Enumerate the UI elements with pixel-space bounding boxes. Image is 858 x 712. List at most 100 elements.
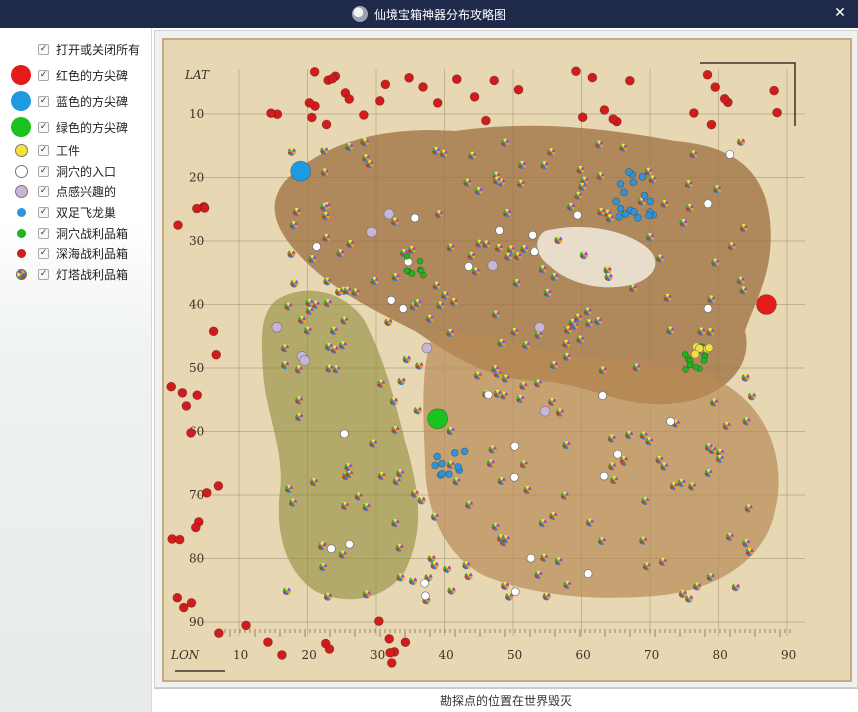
beacon-crate-marker[interactable] bbox=[493, 389, 502, 398]
beacon-crate-marker[interactable] bbox=[736, 137, 745, 146]
deep-sea-crate-marker[interactable] bbox=[481, 115, 491, 126]
beacon-crate-marker[interactable] bbox=[335, 287, 344, 296]
beacon-crate-marker[interactable] bbox=[281, 344, 290, 353]
beacon-crate-marker[interactable] bbox=[413, 406, 422, 415]
beacon-crate-marker[interactable] bbox=[463, 178, 472, 187]
deep-sea-crate-marker[interactable] bbox=[173, 220, 183, 230]
legend-item-artifact[interactable]: ✓ 工件 bbox=[0, 140, 151, 161]
legend-item-point-of-interest[interactable]: ✓ 点感兴趣的 bbox=[0, 181, 151, 202]
beacon-crate-marker[interactable] bbox=[320, 203, 329, 212]
beacon-crate-marker[interactable] bbox=[583, 307, 592, 316]
beacon-crate-marker[interactable] bbox=[745, 547, 754, 556]
legend-checkbox-wyvern-nest[interactable]: ✓ bbox=[38, 206, 49, 218]
deep-sea-crate-marker[interactable] bbox=[359, 110, 369, 120]
beacon-crate-marker[interactable] bbox=[465, 500, 474, 509]
beacon-crate-marker[interactable] bbox=[555, 408, 564, 417]
wyvern-nest-marker[interactable] bbox=[625, 168, 633, 176]
beacon-crate-marker[interactable] bbox=[285, 484, 294, 493]
beacon-crate-marker[interactable] bbox=[346, 239, 355, 248]
beacon-crate-marker[interactable] bbox=[345, 142, 354, 151]
beacon-crate-marker[interactable] bbox=[739, 224, 748, 233]
beacon-crate-marker[interactable] bbox=[294, 365, 303, 374]
beacon-crate-marker[interactable] bbox=[576, 165, 585, 174]
beacon-crate-marker[interactable] bbox=[370, 276, 379, 285]
beacon-crate-marker[interactable] bbox=[722, 421, 731, 430]
wyvern-nest-marker[interactable] bbox=[645, 211, 653, 220]
beacon-crate-marker[interactable] bbox=[594, 317, 603, 326]
beacon-crate-marker[interactable] bbox=[510, 327, 519, 336]
map-canvas[interactable]: LATLON10203040506070809010 20 30 40 50 60 70 80… bbox=[155, 31, 858, 689]
cave-entrance-marker[interactable] bbox=[703, 304, 713, 313]
wyvern-nest-marker[interactable] bbox=[616, 180, 625, 188]
beacon-crate-marker[interactable] bbox=[310, 478, 319, 487]
beacon-crate-marker[interactable] bbox=[642, 562, 651, 571]
beacon-crate-marker[interactable] bbox=[562, 339, 571, 348]
beacon-crate-marker[interactable] bbox=[685, 203, 694, 212]
cave-entrance-marker[interactable] bbox=[510, 441, 520, 451]
beacon-crate-marker[interactable] bbox=[610, 476, 619, 485]
beacon-crate-marker[interactable] bbox=[741, 373, 750, 382]
beacon-crate-marker[interactable] bbox=[538, 265, 547, 274]
beacon-crate-marker[interactable] bbox=[585, 518, 594, 527]
deep-sea-crate-marker[interactable] bbox=[513, 84, 524, 95]
cave-entrance-marker[interactable] bbox=[484, 390, 493, 400]
beacon-crate-marker[interactable] bbox=[710, 398, 719, 407]
beacon-crate-marker[interactable] bbox=[303, 326, 312, 335]
beacon-crate-marker[interactable] bbox=[560, 491, 569, 500]
beacon-crate-marker[interactable] bbox=[396, 573, 405, 582]
deep-sea-crate-marker[interactable] bbox=[400, 637, 411, 648]
deep-sea-crate-marker[interactable] bbox=[374, 616, 384, 626]
beacon-crate-marker[interactable] bbox=[318, 542, 327, 551]
point-of-interest-marker[interactable] bbox=[366, 226, 377, 238]
legend-checkbox-cave-entrance[interactable]: ✓ bbox=[38, 165, 49, 177]
beacon-crate-marker[interactable] bbox=[341, 501, 350, 510]
beacon-crate-marker[interactable] bbox=[554, 236, 563, 245]
beacon-crate-marker[interactable] bbox=[693, 582, 702, 591]
legend-checkbox-green-obelisk[interactable]: ✓ bbox=[38, 121, 49, 133]
beacon-crate-marker[interactable] bbox=[578, 182, 587, 191]
beacon-crate-marker[interactable] bbox=[711, 258, 720, 267]
beacon-crate-marker[interactable] bbox=[297, 315, 306, 324]
red-obelisk-marker[interactable] bbox=[756, 294, 777, 315]
wyvern-nest-marker[interactable] bbox=[646, 197, 655, 206]
beacon-crate-marker[interactable] bbox=[607, 434, 616, 443]
deep-sea-crate-marker[interactable] bbox=[192, 203, 202, 214]
beacon-crate-marker[interactable] bbox=[320, 146, 329, 155]
cave-loot-crate-marker[interactable] bbox=[681, 351, 689, 358]
beacon-crate-marker[interactable] bbox=[639, 431, 648, 440]
beacon-crate-marker[interactable] bbox=[549, 511, 558, 520]
deep-sea-crate-marker[interactable] bbox=[599, 105, 610, 115]
beacon-crate-marker[interactable] bbox=[706, 573, 715, 582]
deep-sea-crate-marker[interactable] bbox=[208, 326, 219, 337]
beacon-crate-marker[interactable] bbox=[344, 463, 353, 472]
beacon-crate-marker[interactable] bbox=[519, 460, 528, 469]
deep-sea-crate-marker[interactable] bbox=[772, 107, 782, 118]
beacon-crate-marker[interactable] bbox=[669, 482, 678, 491]
beacon-crate-marker[interactable] bbox=[597, 537, 606, 546]
beacon-crate-marker[interactable] bbox=[323, 277, 332, 286]
beacon-crate-marker[interactable] bbox=[452, 477, 461, 486]
beacon-crate-marker[interactable] bbox=[321, 212, 330, 221]
beacon-crate-marker[interactable] bbox=[427, 554, 436, 563]
beacon-crate-marker[interactable] bbox=[585, 319, 594, 328]
beacon-crate-marker[interactable] bbox=[415, 361, 424, 370]
beacon-crate-marker[interactable] bbox=[338, 550, 347, 559]
deep-sea-crate-marker[interactable] bbox=[181, 401, 192, 411]
beacon-crate-marker[interactable] bbox=[563, 580, 572, 589]
legend-item-green-obelisk[interactable]: ✓ 绿色的方尖碑 bbox=[0, 114, 151, 140]
beacon-crate-marker[interactable] bbox=[516, 179, 525, 188]
cave-entrance-marker[interactable] bbox=[599, 471, 609, 481]
deep-sea-crate-marker[interactable] bbox=[327, 73, 338, 84]
legend-checkbox-toggle-all[interactable]: ✓ bbox=[38, 43, 49, 55]
point-of-interest-marker[interactable] bbox=[299, 355, 311, 366]
artifact-marker[interactable] bbox=[690, 349, 700, 359]
green-obelisk-marker[interactable] bbox=[427, 408, 448, 430]
beacon-crate-marker[interactable] bbox=[295, 396, 304, 405]
beacon-crate-marker[interactable] bbox=[362, 503, 371, 512]
beacon-crate-marker[interactable] bbox=[550, 272, 559, 281]
legend-checkbox-cave-loot-crate[interactable]: ✓ bbox=[38, 227, 49, 239]
beacon-crate-marker[interactable] bbox=[706, 328, 715, 337]
beacon-crate-marker[interactable] bbox=[562, 441, 571, 450]
cave-entrance-marker[interactable] bbox=[528, 230, 537, 240]
wyvern-nest-marker[interactable] bbox=[431, 461, 439, 470]
